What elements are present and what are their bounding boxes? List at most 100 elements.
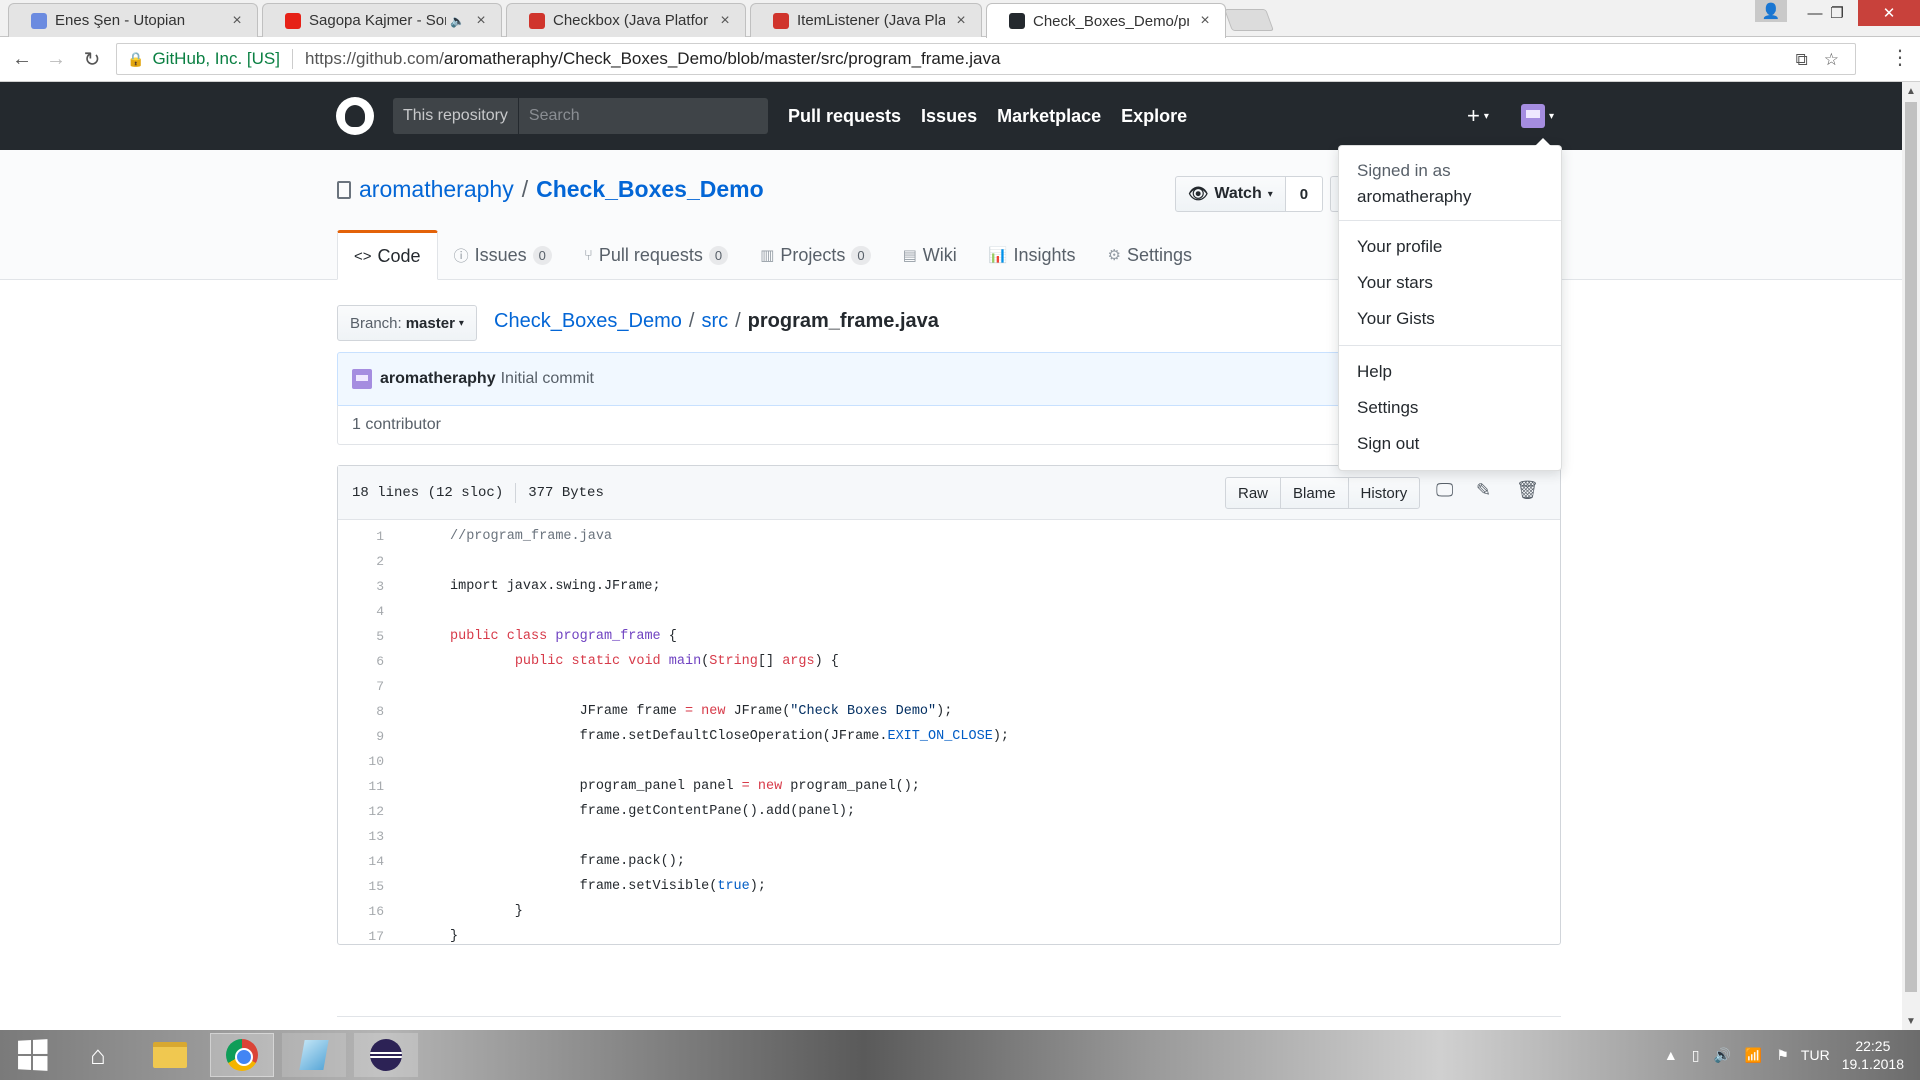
- breadcrumb-dir-link[interactable]: src: [701, 310, 728, 333]
- line-number[interactable]: 4: [338, 604, 390, 619]
- line-number[interactable]: 12: [338, 804, 390, 819]
- code-view: 1 //program_frame.java 2 3 import javax.swin…: [338, 520, 1560, 949]
- line-number[interactable]: 14: [338, 854, 390, 869]
- tab-issues[interactable]: ⓘ Issues 0: [438, 230, 568, 280]
- action-center-flag-icon[interactable]: ⚑: [1776, 1047, 1789, 1064]
- header-nav-issues[interactable]: Issues: [921, 106, 977, 127]
- contributors-count[interactable]: 1 contributor: [352, 416, 441, 434]
- tab-code[interactable]: <> Code: [337, 230, 438, 280]
- line-number[interactable]: 2: [338, 554, 390, 569]
- pencil-icon[interactable]: ✎: [1476, 480, 1491, 501]
- scroll-up-icon[interactable]: ▲: [1902, 82, 1920, 100]
- breadcrumb-root-link[interactable]: Check_Boxes_Demo: [494, 310, 682, 333]
- battery-icon[interactable]: ▯: [1692, 1047, 1700, 1064]
- tab-close-icon[interactable]: ×: [229, 12, 245, 30]
- close-window-button[interactable]: ✕: [1858, 0, 1920, 26]
- back-button[interactable]: ←: [8, 45, 36, 73]
- header-nav: Pull requests Issues Marketplace Explore: [788, 82, 1187, 150]
- watch-button[interactable]: 👁 Watch ▾: [1175, 176, 1286, 212]
- browser-tab[interactable]: Sagopa Kajmer - Soru 🔈 ×: [262, 3, 502, 37]
- header-nav-marketplace[interactable]: Marketplace: [997, 106, 1101, 127]
- code-line: 2: [338, 549, 1560, 574]
- network-icon[interactable]: 📶: [1745, 1047, 1762, 1064]
- line-number[interactable]: 16: [338, 904, 390, 919]
- address-bar[interactable]: 🔒 GitHub, Inc. [US] https://github.com/a…: [116, 43, 1856, 75]
- line-number[interactable]: 7: [338, 679, 390, 694]
- browser-tab[interactable]: Enes Şen - Utopian ×: [8, 3, 258, 37]
- tab-close-icon[interactable]: ×: [473, 12, 489, 30]
- line-number[interactable]: 5: [338, 629, 390, 644]
- tab-projects[interactable]: ▥ Projects 0: [744, 230, 886, 280]
- tab-close-icon[interactable]: ×: [953, 12, 969, 30]
- line-number[interactable]: 13: [338, 829, 390, 844]
- tab-close-icon[interactable]: ×: [1197, 12, 1213, 30]
- branch-select-button[interactable]: Branch: master ▾: [337, 305, 477, 341]
- tab-close-icon[interactable]: ×: [717, 12, 733, 30]
- blame-button[interactable]: Blame: [1280, 477, 1349, 509]
- history-button[interactable]: History: [1347, 477, 1421, 509]
- start-button[interactable]: [0, 1033, 64, 1077]
- line-number[interactable]: 11: [338, 779, 390, 794]
- commit-message-link[interactable]: Initial commit: [501, 370, 594, 388]
- browser-tab[interactable]: Check_Boxes_Demo/pro ×: [986, 3, 1226, 38]
- scrollbar-thumb[interactable]: [1905, 102, 1917, 992]
- home-icon[interactable]: ⌂: [66, 1033, 130, 1077]
- volume-icon[interactable]: 🔊: [1713, 1047, 1730, 1064]
- chrome-taskbar-button[interactable]: [210, 1033, 274, 1077]
- repo-name-link[interactable]: Check_Boxes_Demo: [536, 176, 764, 203]
- menu-item-settings[interactable]: Settings: [1339, 390, 1561, 426]
- url-text[interactable]: https://github.com/aromatheraphy/Check_B…: [305, 49, 1000, 69]
- language-indicator[interactable]: TUR: [1801, 1047, 1830, 1063]
- header-nav-explore[interactable]: Explore: [1121, 106, 1187, 127]
- menu-item-help[interactable]: Help: [1339, 354, 1561, 390]
- line-number[interactable]: 3: [338, 579, 390, 594]
- line-number[interactable]: 10: [338, 754, 390, 769]
- browser-tab[interactable]: Checkbox (Java Platform ×: [506, 3, 746, 37]
- notes-taskbar-button[interactable]: [282, 1033, 346, 1077]
- line-number[interactable]: 17: [338, 929, 390, 944]
- forward-button[interactable]: →: [42, 45, 70, 73]
- trash-icon[interactable]: 🗑: [1516, 480, 1539, 501]
- security-label[interactable]: GitHub, Inc. [US]: [152, 49, 280, 69]
- commit-avatar[interactable]: [352, 369, 372, 389]
- repo-owner-link[interactable]: aromatheraphy: [359, 176, 514, 203]
- page-scrollbar[interactable]: ▲ ▼: [1902, 82, 1920, 1030]
- desktop-icon[interactable]: 🖵: [1436, 480, 1453, 501]
- browser-menu-icon[interactable]: ⋮: [1890, 45, 1910, 70]
- menu-item-your-stars[interactable]: Your stars: [1339, 265, 1561, 301]
- tab-pull-requests[interactable]: ⑂ Pull requests 0: [568, 230, 744, 280]
- file-explorer-button[interactable]: [138, 1033, 202, 1077]
- new-tab-button[interactable]: [1223, 9, 1275, 31]
- scroll-down-icon[interactable]: ▼: [1902, 1012, 1920, 1030]
- clock[interactable]: 22:25 19.1.2018: [1842, 1037, 1904, 1073]
- bookmark-star-icon[interactable]: ☆: [1824, 50, 1839, 70]
- tab-insights[interactable]: 📊 Insights: [973, 230, 1092, 280]
- windows-taskbar: ⌂ ▲ ▯ 🔊 📶 ⚑ TUR 22:25 19.1.2018: [0, 1030, 1920, 1080]
- header-nav-pull-requests[interactable]: Pull requests: [788, 106, 901, 127]
- browser-tab[interactable]: ItemListener (Java Platfor ×: [750, 3, 982, 37]
- chrome-icon: [226, 1039, 258, 1071]
- github-logo-icon[interactable]: [336, 97, 374, 135]
- translate-icon[interactable]: ⧉: [1796, 50, 1808, 70]
- show-hidden-icons-icon[interactable]: ▲: [1664, 1047, 1678, 1064]
- eclipse-taskbar-button[interactable]: [354, 1033, 418, 1077]
- line-number[interactable]: 9: [338, 729, 390, 744]
- menu-item-your-gists[interactable]: Your Gists: [1339, 301, 1561, 337]
- commit-author-link[interactable]: aromatheraphy: [380, 370, 496, 388]
- create-new-button[interactable]: + ▾: [1467, 82, 1489, 150]
- tab-settings[interactable]: ⚙ Settings: [1092, 230, 1209, 280]
- reload-button[interactable]: ↻: [78, 45, 106, 73]
- search-input[interactable]: [518, 107, 759, 125]
- speaker-icon[interactable]: 🔈: [450, 14, 465, 28]
- profile-icon[interactable]: 👤: [1755, 0, 1787, 22]
- line-number[interactable]: 15: [338, 879, 390, 894]
- line-number[interactable]: 6: [338, 654, 390, 669]
- menu-item-your-profile[interactable]: Your profile: [1339, 229, 1561, 265]
- watch-count[interactable]: 0: [1285, 176, 1324, 212]
- raw-button[interactable]: Raw: [1225, 477, 1282, 509]
- tab-wiki[interactable]: ▤ Wiki: [887, 230, 973, 280]
- maximize-button[interactable]: ❐: [1815, 0, 1859, 26]
- line-number[interactable]: 8: [338, 704, 390, 719]
- line-number[interactable]: 1: [338, 529, 390, 544]
- menu-item-sign-out[interactable]: Sign out: [1339, 426, 1561, 462]
